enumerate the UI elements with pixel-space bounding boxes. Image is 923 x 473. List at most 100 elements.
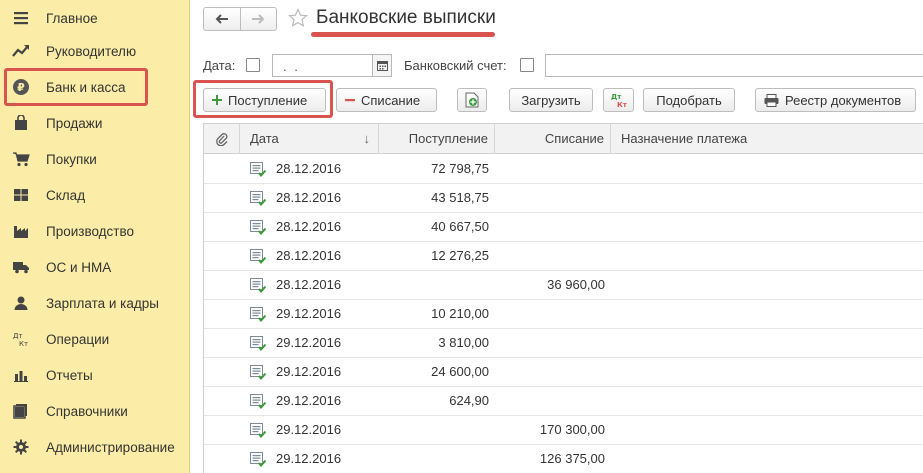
document-registry-button[interactable]: Реестр документов — [755, 88, 916, 112]
date-column-header[interactable]: Дата ↓ — [240, 124, 379, 154]
sidebar: Главное Руководителю ₽ Банк и касса Прод… — [0, 0, 190, 473]
table-row[interactable]: 28.12.2016 72 798,75 — [204, 155, 923, 184]
posted-document-icon — [250, 249, 267, 265]
calendar-icon — [376, 61, 388, 71]
sidebar-item-sales[interactable]: Продажи — [0, 105, 190, 141]
row-date: 28.12.2016 — [276, 161, 342, 176]
posted-document-icon — [250, 423, 267, 439]
table-row[interactable]: 28.12.2016 12 276,25 — [204, 242, 923, 271]
bar-chart-icon — [12, 366, 30, 384]
table-row[interactable]: 29.12.2016 170 300,00 — [204, 416, 923, 445]
sidebar-item-production[interactable]: Производство — [0, 213, 190, 249]
cart-icon — [12, 150, 30, 168]
table-row[interactable]: 29.12.2016 10 210,00 — [204, 300, 923, 329]
factory-icon — [12, 222, 30, 240]
svg-text:Кт: Кт — [19, 340, 28, 347]
sidebar-item-label: Зарплата и кадры — [46, 295, 159, 311]
dt-kt-button[interactable]: Дт Кт — [603, 88, 634, 112]
table-row[interactable]: 28.12.2016 43 518,75 — [204, 184, 923, 213]
row-expense: 170 300,00 — [539, 422, 605, 437]
sidebar-item-label: Склад — [46, 187, 86, 203]
table-row[interactable]: 28.12.2016 40 667,50 — [204, 213, 923, 242]
favorite-star-icon[interactable] — [288, 8, 308, 28]
row-date: 28.12.2016 — [276, 190, 342, 205]
pick-button[interactable]: Подобрать — [643, 88, 735, 112]
date-field[interactable]: . . — [272, 54, 392, 77]
date-filter-checkbox[interactable] — [246, 58, 260, 72]
posted-document-icon — [250, 307, 267, 323]
row-date: 29.12.2016 — [276, 306, 342, 321]
warehouse-icon — [12, 186, 30, 204]
row-income — [379, 445, 489, 473]
sidebar-item-reports[interactable]: Отчеты — [0, 357, 190, 393]
income-column-header[interactable]: Поступление — [379, 124, 495, 154]
posted-document-icon — [250, 162, 267, 178]
row-income: 43 518,75 — [431, 190, 489, 205]
sidebar-item-label: Операции — [46, 331, 110, 347]
bank-account-label: Банковский счет: — [404, 58, 507, 73]
sort-descending-icon: ↓ — [363, 131, 371, 146]
posted-document-icon — [250, 452, 267, 468]
gear-icon — [12, 438, 30, 456]
row-income: 3 810,00 — [438, 335, 489, 350]
title-highlight-underline — [311, 32, 495, 37]
attachment-column-header[interactable] — [204, 124, 240, 154]
row-income — [379, 416, 489, 444]
trend-icon — [12, 42, 30, 60]
sidebar-item-admin[interactable]: Администрирование — [0, 429, 190, 465]
sidebar-item-director[interactable]: Руководителю — [0, 33, 190, 69]
sidebar-item-salary[interactable]: Зарплата и кадры — [0, 285, 190, 321]
back-button[interactable] — [204, 8, 240, 30]
row-income: 72 798,75 — [431, 161, 489, 176]
income-column-label: Поступление — [408, 131, 488, 146]
table-row[interactable]: 28.12.2016 36 960,00 — [204, 271, 923, 300]
document-add-icon — [465, 92, 479, 108]
table-row[interactable]: 29.12.2016 3 810,00 — [204, 329, 923, 358]
sidebar-item-label: Администрирование — [46, 439, 175, 455]
app-window: Главное Руководителю ₽ Банк и касса Прод… — [0, 0, 923, 473]
row-expense — [495, 387, 605, 415]
row-date: 29.12.2016 — [276, 422, 342, 437]
income-highlight-frame — [193, 80, 333, 118]
sidebar-item-warehouse[interactable]: Склад — [0, 177, 190, 213]
bank-highlight-frame — [4, 68, 148, 106]
posted-document-icon — [250, 191, 267, 207]
sidebar-item-label: ОС и НМА — [46, 259, 112, 275]
paperclip-icon — [215, 133, 227, 147]
sidebar-item-purchases[interactable]: Покупки — [0, 141, 190, 177]
row-expense — [495, 358, 605, 386]
table-row[interactable]: 29.12.2016 126 375,00 — [204, 445, 923, 473]
sidebar-item-references[interactable]: Справочники — [0, 393, 190, 429]
bank-account-filter-checkbox[interactable] — [520, 58, 534, 72]
expense-button[interactable]: Списание — [336, 88, 437, 112]
sidebar-item-label: Продажи — [46, 115, 103, 131]
sidebar-item-main[interactable]: Главное — [0, 0, 190, 36]
dt-kt-postings-icon: ДтКт — [611, 93, 628, 108]
sidebar-item-operations[interactable]: Дт Кт Операции — [0, 321, 190, 357]
sidebar-item-label: Главное — [46, 10, 98, 26]
svg-text:Дт: Дт — [611, 93, 622, 101]
expense-column-header[interactable]: Списание — [495, 124, 611, 154]
load-button[interactable]: Загрузить — [509, 88, 593, 112]
row-income: 24 600,00 — [431, 364, 489, 379]
row-expense: 36 960,00 — [547, 277, 605, 292]
forward-button[interactable] — [239, 8, 277, 30]
sidebar-item-assets[interactable]: ОС и НМА — [0, 249, 190, 285]
row-expense — [495, 155, 605, 183]
table-row[interactable]: 29.12.2016 624,90 — [204, 387, 923, 416]
table-row[interactable]: 29.12.2016 24 600,00 — [204, 358, 923, 387]
purpose-column-header[interactable]: Назначение платежа — [611, 124, 923, 154]
bank-account-field[interactable] — [545, 54, 923, 77]
pick-button-label: Подобрать — [656, 92, 722, 108]
truck-icon — [12, 258, 30, 276]
load-button-label: Загрузить — [521, 92, 581, 108]
row-date: 28.12.2016 — [276, 219, 342, 234]
expense-button-label: Списание — [361, 92, 421, 108]
row-expense — [495, 300, 605, 328]
row-expense — [495, 242, 605, 270]
row-income: 10 210,00 — [431, 306, 489, 321]
svg-text:Кт: Кт — [617, 101, 628, 108]
calendar-button[interactable] — [372, 55, 391, 76]
create-based-on-button[interactable] — [457, 88, 487, 112]
row-expense — [495, 213, 605, 241]
